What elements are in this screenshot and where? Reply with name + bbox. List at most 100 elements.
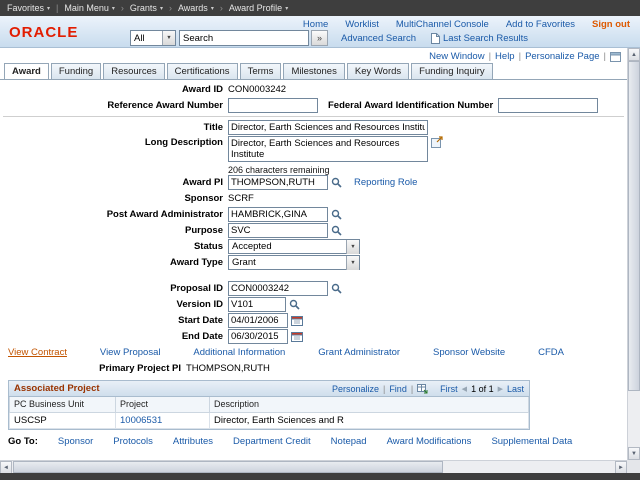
find-link[interactable]: Find: [389, 384, 407, 394]
calendar-icon: [291, 316, 303, 326]
help-link[interactable]: Help: [495, 51, 515, 62]
reference-award-number-label: Reference Award Number: [107, 100, 223, 111]
goto-notepad-link[interactable]: Notepad: [331, 436, 367, 447]
search-scope-select[interactable]: All ▼: [130, 30, 176, 46]
title-input[interactable]: [228, 120, 428, 135]
banner-nav: Home Worklist MultiChannel Console Add t…: [303, 19, 630, 30]
award-type-select[interactable]: Grant ▼: [228, 255, 360, 270]
primary-project-pi-label: Primary Project PI: [99, 363, 181, 374]
goto-award-modifications-link[interactable]: Award Modifications: [387, 436, 472, 447]
scroll-up-button[interactable]: ▲: [628, 48, 640, 61]
end-date-input[interactable]: [228, 329, 288, 344]
end-date-label: End Date: [181, 331, 223, 342]
purpose-input[interactable]: [228, 223, 328, 238]
scrollbar-corner: [627, 460, 640, 473]
vertical-scroll-thumb[interactable]: [628, 61, 640, 391]
goto-department-credit-link[interactable]: Department Credit: [233, 436, 311, 447]
personalize-page-link[interactable]: Personalize Page: [525, 51, 599, 62]
tab-terms[interactable]: Terms: [239, 63, 282, 79]
version-id-lookup-button[interactable]: [289, 299, 300, 310]
award-profile-screen: Favorites ▾ | Main Menu ▾ › Grants ▾ › A…: [0, 0, 640, 480]
breadcrumb-awards[interactable]: Awards ▾: [178, 3, 214, 13]
view-contract-link[interactable]: View Contract: [8, 347, 67, 358]
add-to-favorites-link[interactable]: Add to Favorites: [506, 19, 575, 30]
cfda-link[interactable]: CFDA: [538, 347, 564, 358]
download-grid-icon[interactable]: [417, 383, 428, 394]
expand-icon[interactable]: [431, 136, 443, 148]
window-bottom-edge: [0, 473, 640, 480]
column-header-description: Description: [209, 397, 529, 413]
project-link[interactable]: 10006531: [120, 415, 162, 426]
associated-project-table: PC Business Unit Project Description USC…: [9, 397, 529, 429]
long-description-textarea[interactable]: Director, Earth Sciences and Resources I…: [228, 136, 428, 162]
new-window-link[interactable]: New Window: [429, 51, 484, 62]
goto-sponsor-link[interactable]: Sponsor: [58, 436, 93, 447]
goto-attributes-link[interactable]: Attributes: [173, 436, 213, 447]
tab-resources[interactable]: Resources: [103, 63, 165, 79]
post-award-administrator-input[interactable]: [228, 207, 328, 222]
grant-administrator-link[interactable]: Grant Administrator: [318, 347, 400, 358]
advanced-search-link[interactable]: Advanced Search: [341, 33, 416, 44]
vertical-scrollbar[interactable]: ▲ ▼: [627, 48, 640, 460]
purpose-lookup-button[interactable]: [331, 225, 342, 236]
tab-certifications[interactable]: Certifications: [166, 63, 238, 79]
column-header-pc-business-unit: PC Business Unit: [9, 397, 116, 413]
breadcrumb-award-profile[interactable]: Award Profile ▾: [229, 3, 288, 13]
post-award-administrator-lookup-button[interactable]: [331, 209, 342, 220]
action-links-row: View Contract View Proposal Additional I…: [8, 347, 564, 358]
tab-key-words[interactable]: Key Words: [346, 63, 410, 79]
start-date-calendar-button[interactable]: [291, 315, 303, 326]
last-link[interactable]: Last: [507, 384, 524, 394]
horizontal-scrollbar[interactable]: ◄ ►: [0, 460, 627, 474]
tab-award[interactable]: Award: [4, 63, 49, 79]
breadcrumb-separator: ›: [219, 3, 223, 13]
proposal-id-input[interactable]: [228, 281, 328, 296]
last-search-results-link[interactable]: Last Search Results: [431, 32, 528, 44]
reference-award-number-input[interactable]: [228, 98, 318, 113]
first-link[interactable]: First: [440, 384, 458, 394]
search-scope-value: All: [134, 32, 145, 44]
version-id-row: Version ID: [0, 297, 627, 312]
purpose-label: Purpose: [184, 225, 223, 236]
start-date-input[interactable]: [228, 313, 288, 328]
horizontal-scroll-thumb[interactable]: [13, 461, 443, 473]
worklist-link[interactable]: Worklist: [345, 19, 379, 30]
view-proposal-link[interactable]: View Proposal: [100, 347, 161, 358]
home-link[interactable]: Home: [303, 19, 328, 30]
personalize-link[interactable]: Personalize: [332, 384, 379, 394]
search-input[interactable]: [179, 30, 309, 46]
sign-out-link[interactable]: Sign out: [592, 19, 630, 30]
reporting-role-link[interactable]: Reporting Role: [354, 177, 417, 188]
tab-milestones[interactable]: Milestones: [283, 63, 345, 79]
next-page-icon[interactable]: ▶: [498, 385, 503, 393]
award-id-row: Award ID CON0003242: [0, 82, 627, 97]
goto-protocols-link[interactable]: Protocols: [113, 436, 153, 447]
proposal-id-lookup-button[interactable]: [331, 283, 342, 294]
favorites-menu[interactable]: Favorites ▾: [7, 3, 50, 13]
version-id-input[interactable]: [228, 297, 286, 312]
sponsor-website-link[interactable]: Sponsor Website: [433, 347, 505, 358]
tab-funding-inquiry[interactable]: Funding Inquiry: [411, 63, 493, 79]
award-pi-lookup-button[interactable]: [331, 177, 342, 188]
search-go-button[interactable]: »: [311, 30, 328, 46]
award-type-row: Award Type Grant ▼: [0, 255, 627, 270]
status-select[interactable]: Accepted ▼: [228, 239, 360, 254]
federal-award-identification-number-input[interactable]: [498, 98, 599, 113]
multichannel-console-link[interactable]: MultiChannel Console: [396, 19, 489, 30]
award-pi-input[interactable]: [228, 175, 328, 190]
additional-information-link[interactable]: Additional Information: [193, 347, 285, 358]
tab-funding[interactable]: Funding: [50, 63, 102, 79]
expand-icon-glyph: [431, 136, 443, 148]
sponsor-value: SCRF: [228, 193, 254, 204]
goto-label: Go To:: [8, 435, 38, 447]
previous-page-icon[interactable]: ◀: [462, 385, 467, 393]
goto-supplemental-data-link[interactable]: Supplemental Data: [491, 436, 572, 447]
scroll-down-button[interactable]: ▼: [628, 447, 640, 460]
separator: |: [488, 51, 492, 62]
end-date-calendar-button[interactable]: [291, 331, 303, 342]
breadcrumb-grants[interactable]: Grants ▾: [130, 3, 163, 13]
column-header-project: Project: [115, 397, 210, 413]
new-window-icon[interactable]: [610, 51, 621, 62]
main-menu[interactable]: Main Menu ▾: [64, 3, 115, 13]
chevron-down-icon: ▼: [346, 255, 359, 270]
